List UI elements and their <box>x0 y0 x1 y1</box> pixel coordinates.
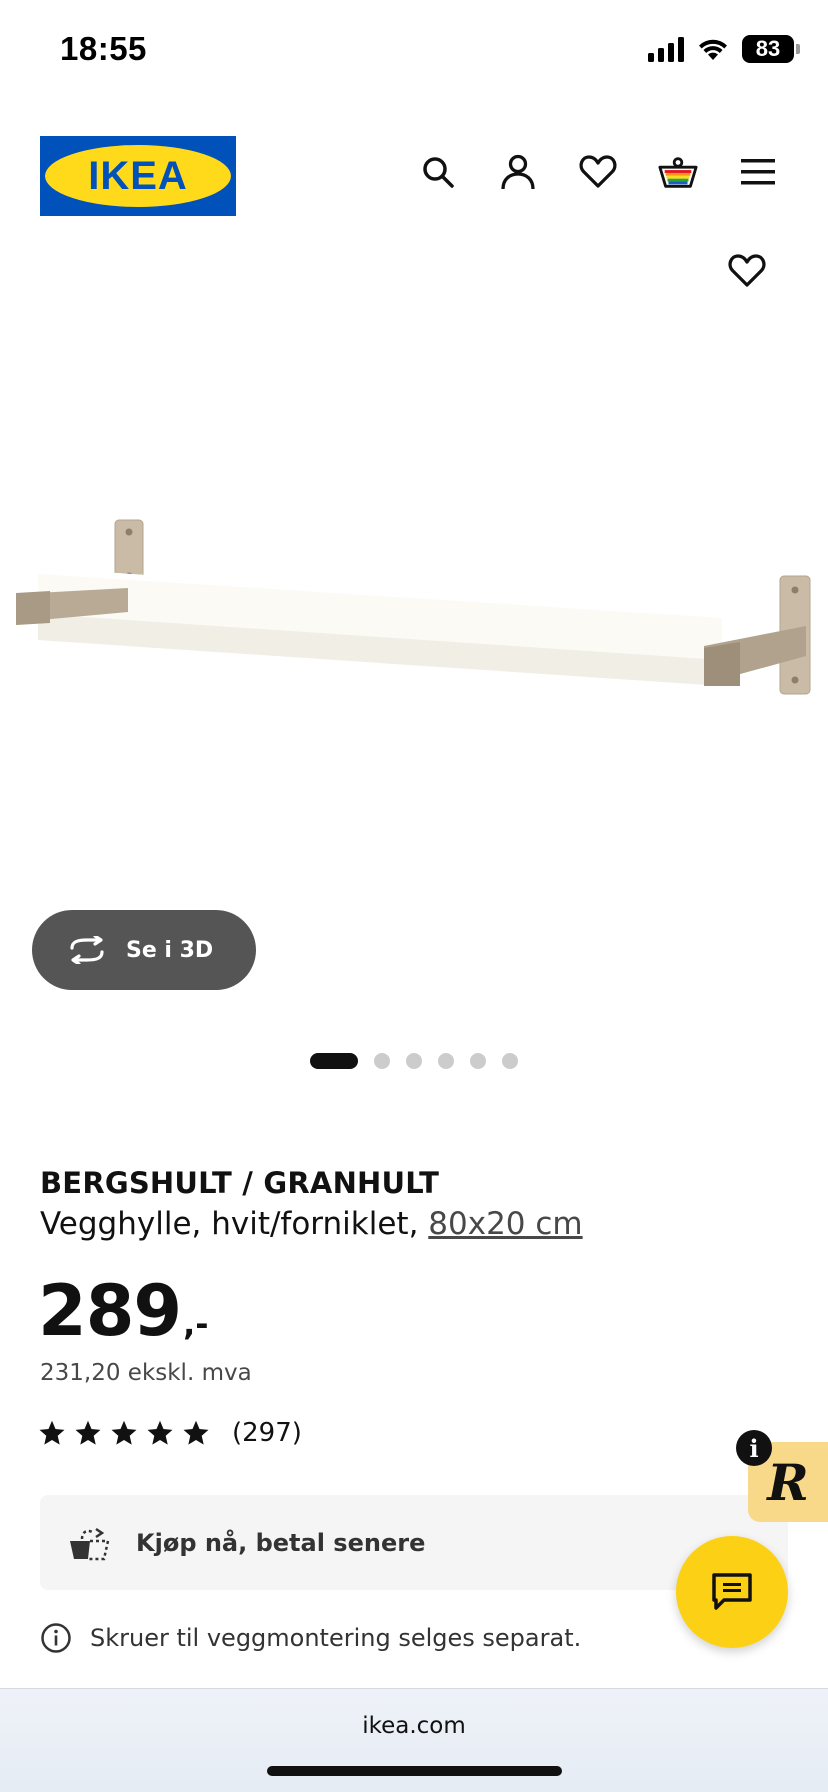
rating-count: (297) <box>232 1418 302 1448</box>
carousel-dot[interactable] <box>406 1053 422 1069</box>
product-rating[interactable]: (297) <box>38 1418 302 1448</box>
battery-level: 83 <box>755 36 781 61</box>
star-icon <box>39 1420 65 1445</box>
image-carousel-dots <box>310 1053 518 1069</box>
pay-later-button[interactable]: Kjøp nå, betal senere <box>40 1495 788 1590</box>
cellular-signal-icon <box>648 36 684 62</box>
wifi-icon <box>699 39 727 60</box>
carousel-dot[interactable] <box>470 1053 486 1069</box>
price-excl-vat: 231,20 ekskl. mva <box>40 1360 252 1386</box>
payment-basket-icon <box>70 1527 110 1560</box>
battery-icon: 83 <box>742 35 800 63</box>
logo-text: IKEA <box>88 153 188 198</box>
product-description-text: Vegghylle, hvit/forniklet, <box>40 1206 419 1242</box>
chat-icon <box>712 1573 752 1610</box>
star-icon <box>147 1420 173 1445</box>
star-icon <box>183 1420 209 1445</box>
chat-button[interactable] <box>676 1536 788 1648</box>
status-time: 18:55 <box>60 30 147 67</box>
browser-url-bar[interactable]: ikea.com <box>0 1688 828 1792</box>
rotate-3d-icon <box>70 936 104 964</box>
view-3d-label: Se i 3D <box>126 937 214 963</box>
site-header: IKEA <box>0 130 828 220</box>
product-name: BERGSHULT / GRANHULT <box>40 1166 440 1200</box>
status-bar: 18:55 83 <box>0 0 828 100</box>
carousel-dot[interactable] <box>310 1053 358 1069</box>
pay-later-label: Kjøp nå, betal senere <box>136 1528 426 1557</box>
price-integer: 289 <box>38 1270 182 1352</box>
info-badge-letter: i <box>749 1433 759 1463</box>
status-icons: 83 <box>648 34 800 64</box>
browser-url[interactable]: ikea.com <box>0 1713 828 1739</box>
carousel-dot[interactable] <box>502 1053 518 1069</box>
carousel-dot[interactable] <box>438 1053 454 1069</box>
header-icons <box>418 152 778 192</box>
view-3d-button[interactable]: Se i 3D <box>32 910 256 990</box>
screws-info-note: Skruer til veggmontering selges separat. <box>40 1622 581 1654</box>
add-to-favorites-icon[interactable] <box>728 254 768 294</box>
profile-icon[interactable] <box>498 152 538 192</box>
carousel-dot[interactable] <box>374 1053 390 1069</box>
info-badge-icon[interactable]: i <box>736 1430 772 1466</box>
product-size-link[interactable]: 80x20 cm <box>428 1206 582 1242</box>
r-badge-letter: R <box>767 1452 809 1512</box>
favorites-icon[interactable] <box>578 152 618 192</box>
cart-icon[interactable] <box>658 152 698 192</box>
home-indicator[interactable] <box>267 1766 562 1776</box>
search-icon[interactable] <box>418 152 458 192</box>
info-icon <box>41 1623 71 1653</box>
star-icon <box>111 1420 137 1445</box>
menu-icon[interactable] <box>738 152 778 192</box>
screws-info-text: Skruer til veggmontering selges separat. <box>90 1624 582 1652</box>
rating-stars <box>38 1419 210 1447</box>
ikea-logo[interactable]: IKEA <box>40 136 236 216</box>
product-description: Vegghylle, hvit/forniklet, 80x20 cm <box>40 1206 583 1242</box>
star-icon <box>75 1420 101 1445</box>
product-image[interactable] <box>0 480 828 720</box>
product-price: 289 ,- <box>38 1270 209 1352</box>
price-suffix: ,- <box>183 1305 209 1343</box>
